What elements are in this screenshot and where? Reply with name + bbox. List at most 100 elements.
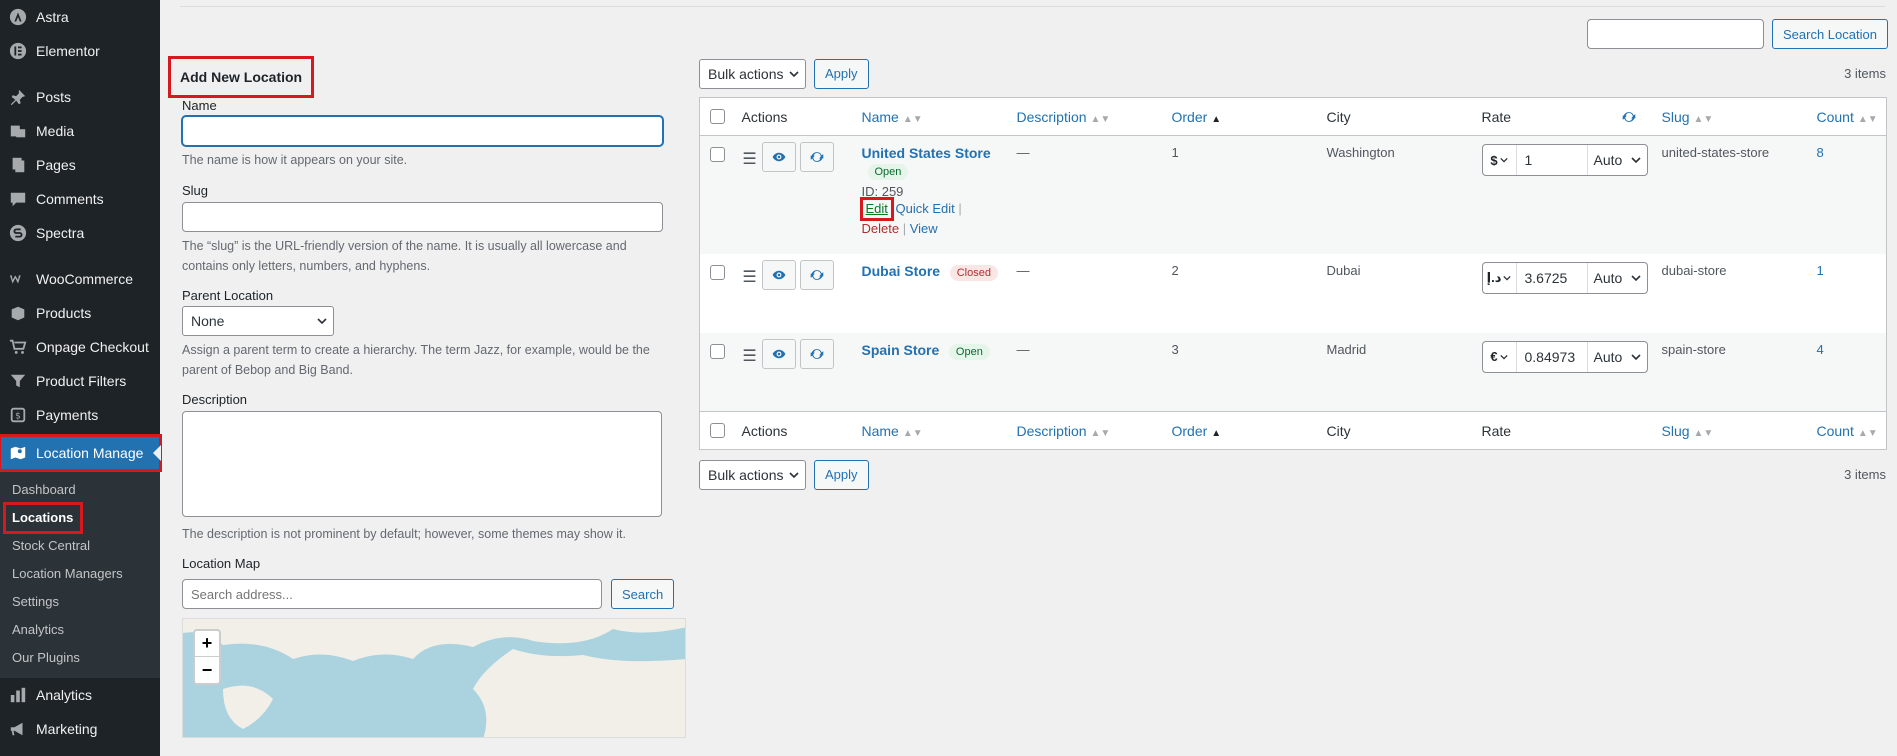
rate-input[interactable]: 1	[1517, 145, 1587, 175]
menu-label: Products	[36, 305, 92, 321]
submenu-item-stock-central[interactable]: Stock Central	[0, 532, 160, 560]
view-location-button[interactable]	[761, 338, 796, 369]
edit-link[interactable]: Edit	[859, 197, 894, 221]
col-order-sort[interactable]: Order ▲	[1172, 423, 1222, 439]
submenu-item-analytics[interactable]: Analytics	[0, 616, 160, 644]
location-name-link[interactable]: Dubai Store	[862, 263, 941, 279]
zoom-out-button[interactable]: −	[195, 657, 219, 683]
megaphone-icon	[9, 720, 27, 738]
delete-link[interactable]: Delete	[862, 221, 900, 236]
zoom-in-button[interactable]: +	[195, 631, 219, 657]
rate-input[interactable]: 0.84973	[1517, 342, 1587, 372]
map-search-button[interactable]: Search	[611, 579, 675, 609]
col-description-sort[interactable]: Description ▲▼	[1017, 423, 1111, 439]
col-count-label: Count	[1816, 108, 1854, 125]
location-name-link[interactable]: United States Store	[862, 145, 991, 161]
map-search-input[interactable]	[182, 579, 602, 609]
submenu-item-dashboard[interactable]: Dashboard	[0, 476, 160, 504]
apply-button[interactable]: Apply	[814, 58, 869, 89]
location-city: Madrid	[1318, 332, 1474, 412]
col-name-sort[interactable]: Name ▲▼	[862, 109, 923, 125]
menu-item-woocommerce[interactable]: WooCommerce	[0, 262, 160, 296]
menu-label: Analytics	[36, 687, 93, 703]
submenu-item-our-plugins[interactable]: Our Plugins	[0, 644, 160, 672]
slug-label: Slug	[182, 183, 209, 198]
menu-item-posts[interactable]: Posts	[0, 80, 160, 114]
col-slug-sort[interactable]: Slug ▲▼	[1662, 109, 1714, 125]
submenu-item-location-managers[interactable]: Location Managers	[0, 560, 160, 588]
location-count-link[interactable]: 4	[1817, 342, 1824, 357]
rate-input[interactable]: 3.6725	[1517, 263, 1587, 293]
menu-item-marketing[interactable]: Marketing	[0, 712, 160, 746]
location-map[interactable]: + −	[182, 618, 686, 738]
refresh-rates-icon[interactable]	[1622, 110, 1636, 124]
row-checkbox[interactable]	[710, 343, 725, 359]
submenu-item-locations[interactable]: Locations	[2, 502, 84, 534]
menu-item-product-filters[interactable]: Product Filters	[0, 364, 160, 398]
description-textarea[interactable]	[182, 411, 662, 517]
row-checkbox[interactable]	[710, 147, 725, 162]
sync-location-button[interactable]	[799, 338, 834, 369]
rate-mode-select[interactable]: Auto	[1586, 341, 1647, 372]
apply-button-bottom[interactable]: Apply	[814, 459, 869, 490]
col-count-sort[interactable]: Count ▲▼	[1817, 423, 1878, 439]
menu-item-analytics[interactable]: Analytics	[0, 678, 160, 712]
location-count-link[interactable]: 8	[1817, 145, 1824, 160]
search-location-input[interactable]	[1587, 19, 1764, 49]
menu-item-comments[interactable]: Comments	[0, 182, 160, 216]
row-actions: Edit Quick Edit | Delete | View	[859, 197, 1001, 239]
col-order-sort[interactable]: Order ▲	[1172, 109, 1222, 125]
location-order: 2	[1171, 262, 1179, 278]
rate-mode-select[interactable]: Auto	[1586, 145, 1647, 175]
map-label: Location Map	[182, 556, 261, 571]
bulk-actions-select[interactable]: Bulk actions	[699, 58, 806, 89]
col-name-sort[interactable]: Name ▲▼	[862, 423, 923, 439]
eye-icon	[772, 152, 785, 162]
view-location-button[interactable]	[761, 259, 796, 290]
view-link[interactable]: View	[910, 221, 938, 236]
sync-location-button[interactable]	[799, 259, 834, 290]
menu-item-location-manage[interactable]: Location Manage	[0, 434, 162, 472]
row-checkbox[interactable]	[710, 264, 725, 280]
quick-edit-link[interactable]: Quick Edit	[896, 201, 955, 216]
rate-mode-select[interactable]: Auto	[1586, 262, 1647, 293]
woo-icon	[9, 270, 27, 288]
menu-item-onpage-checkout[interactable]: Onpage Checkout	[0, 330, 160, 364]
slug-input[interactable]	[182, 202, 663, 232]
menu-item-pages[interactable]: Pages	[0, 148, 160, 182]
menu-item-elementor[interactable]: Elementor	[0, 34, 160, 68]
currency-select[interactable]: €	[1483, 341, 1517, 372]
col-description-sort[interactable]: Description ▲▼	[1017, 109, 1111, 125]
col-name-label: Name	[861, 422, 899, 439]
currency-select[interactable]: $	[1483, 145, 1517, 175]
map-tiles	[183, 619, 685, 737]
location-name-link[interactable]: Spain Store	[862, 342, 940, 358]
search-location-button[interactable]: Search Location	[1772, 19, 1888, 49]
name-input[interactable]	[182, 116, 663, 146]
drag-handle-icon[interactable]: ☰	[742, 144, 758, 174]
drag-handle-icon[interactable]: ☰	[742, 341, 758, 371]
menu-item-payments[interactable]: $ Payments	[0, 398, 160, 432]
view-location-button[interactable]	[761, 142, 796, 172]
menu-label: Pages	[36, 157, 76, 173]
col-count-sort[interactable]: Count ▲▼	[1817, 109, 1878, 125]
menu-item-products[interactable]: Products	[0, 296, 160, 330]
location-count-link[interactable]: 1	[1817, 263, 1824, 278]
bulk-actions-select-bottom[interactable]: Bulk actions	[699, 459, 806, 490]
currency-select[interactable]: د.إ	[1483, 262, 1517, 293]
parent-label: Parent Location	[182, 288, 274, 303]
col-order-label: Order	[1171, 422, 1208, 439]
parent-select[interactable]: None	[182, 306, 334, 336]
admin-sidebar: Astra Elementor Posts Media Pages Commen…	[0, 0, 162, 756]
menu-label: WooCommerce	[36, 271, 133, 287]
select-all-checkbox-footer[interactable]	[710, 422, 725, 438]
submenu-item-settings[interactable]: Settings	[0, 588, 160, 616]
col-city: City	[1318, 411, 1474, 450]
col-slug-sort[interactable]: Slug ▲▼	[1662, 423, 1714, 439]
sync-location-button[interactable]	[799, 142, 834, 172]
menu-item-astra[interactable]: Astra	[0, 0, 160, 34]
menu-item-media[interactable]: Media	[0, 114, 160, 148]
drag-handle-icon[interactable]: ☰	[742, 262, 758, 292]
select-all-checkbox[interactable]	[710, 108, 725, 124]
menu-item-spectra[interactable]: Spectra	[0, 216, 160, 250]
